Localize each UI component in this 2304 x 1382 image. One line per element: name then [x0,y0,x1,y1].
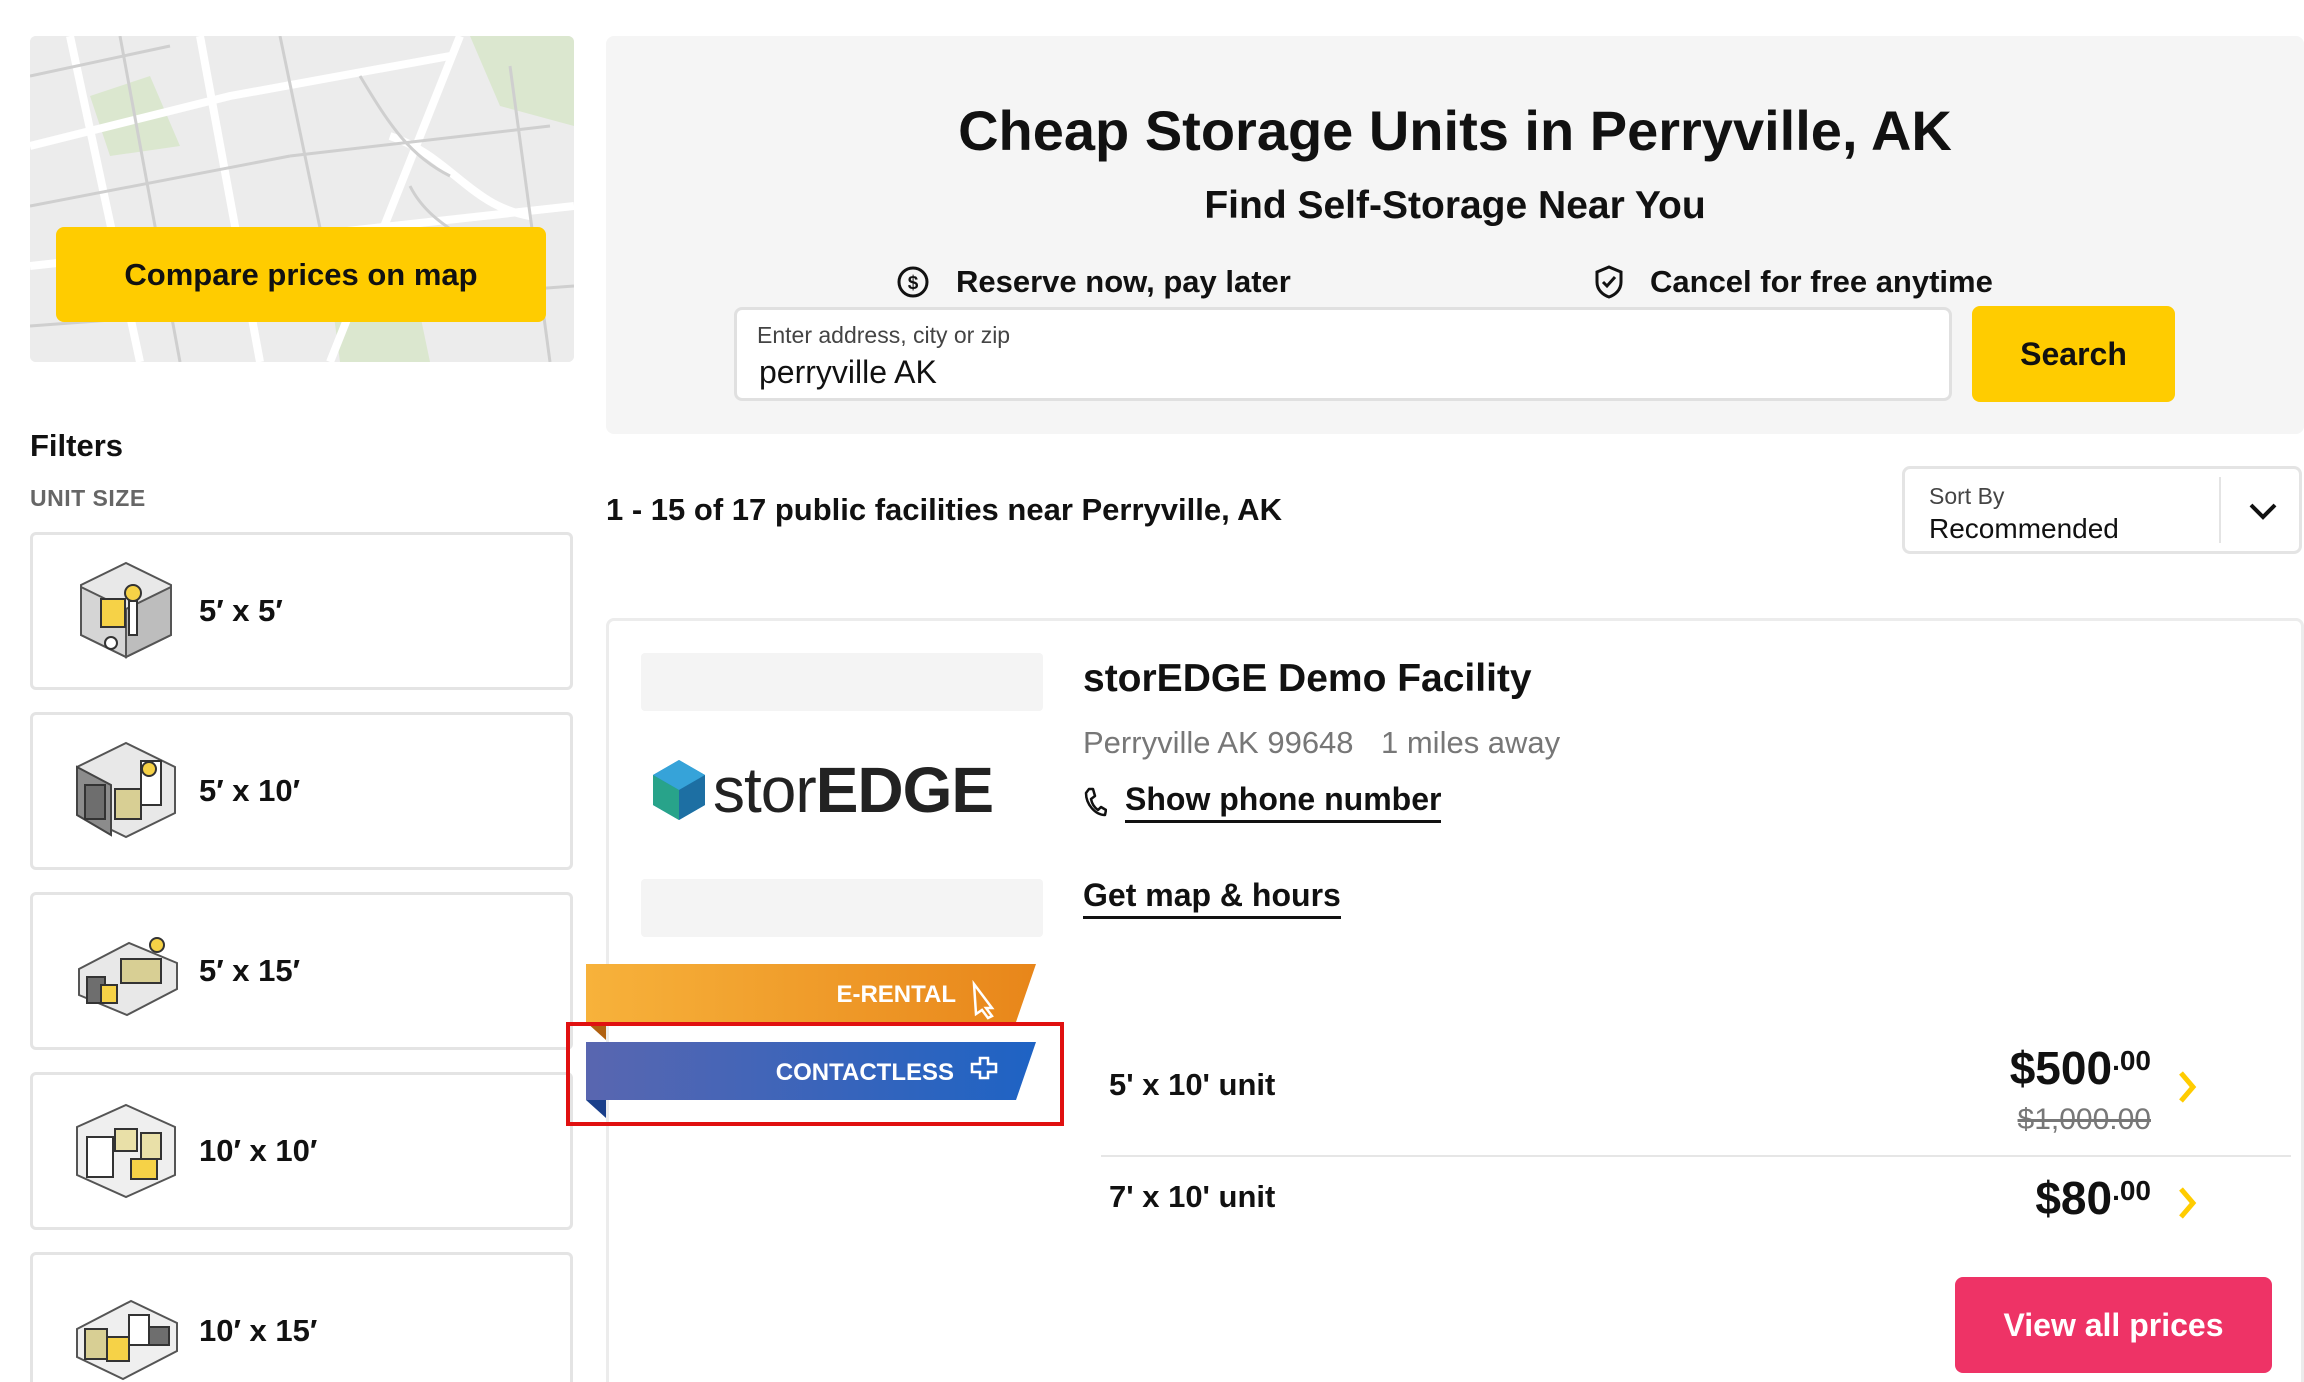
unit-row-divider [1101,1155,2291,1157]
compare-prices-on-map-button[interactable]: Compare prices on map [56,227,546,322]
unit-old-price: $1,000.00 [2017,1103,2151,1136]
unit-price: $500.00 [2010,1041,2151,1095]
storage-unit-5x10-icon [76,741,176,839]
svg-text:$: $ [908,273,919,294]
unit-price: $80.00 [2035,1171,2151,1225]
chevron-right-icon[interactable] [2177,1069,2197,1105]
storage-unit-5x15-icon [78,937,178,1017]
e-rental-label: E-RENTAL [836,981,956,1008]
facility-name: storEDGE Demo Facility [1083,657,1532,700]
search-field-label: Enter address, city or zip [757,322,1011,348]
logo-placeholder-bar [641,653,1043,711]
perk-text: Cancel for free anytime [1650,264,1993,299]
unit-row[interactable]: 5' x 10' unit $500.00 $1,000.00 [1101,1021,2215,1151]
chevron-right-icon[interactable] [2177,1185,2197,1221]
size-label: 10′ x 10′ [199,1133,318,1168]
unit-row[interactable]: 7' x 10' unit $80.00 [1101,1161,2215,1261]
page-title: Cheap Storage Units in Perryville, AK [958,99,1952,162]
map-preview[interactable]: Compare prices on map [30,36,574,362]
storedge-logo: storEDGE [651,753,994,827]
size-label: 5′ x 15′ [199,953,301,988]
get-map-hours-link[interactable]: Get map & hours [1083,877,1341,919]
price-main: $500 [2009,1042,2113,1094]
search-button[interactable]: Search [1972,306,2175,402]
location-search-input[interactable] [759,354,1919,391]
sort-label: Sort By [1929,483,2005,509]
storage-unit-10x15-icon [76,1299,178,1381]
facility-address: Perryville AK 99648 [1083,725,1354,760]
logo-wordmark: storEDGE [713,753,994,827]
shield-check-icon [1595,265,1623,299]
facility-logo: storEDGE [641,653,1043,937]
logo-text-light: stor [713,754,817,826]
logo-text-bold: EDGE [815,754,994,826]
perk-cancel-free: Cancel for free anytime [1594,264,1993,300]
size-filter-10x10[interactable]: 10′ x 10′ [30,1072,573,1230]
unit-size-label: UNIT SIZE [30,485,146,511]
price-cents: .00 [2112,1045,2151,1076]
perk-reserve-now: $ Reserve now, pay later [896,264,1291,300]
size-filter-5x10[interactable]: 5′ x 10′ [30,712,573,870]
facility-distance: 1 miles away [1381,725,1561,760]
perk-text: Reserve now, pay later [956,264,1291,299]
size-filter-5x5[interactable]: 5′ x 5′ [30,532,573,690]
logo-placeholder-bar [641,879,1043,937]
dollar-circle-icon: $ [897,266,929,298]
page-subtitle: Find Self-Storage Near You [1204,184,1706,227]
size-filter-10x15[interactable]: 10′ x 15′ [30,1252,573,1382]
phone-icon [1084,787,1107,817]
results-count: 1 - 15 of 17 public facilities near Perr… [606,492,1282,527]
unit-name: 7' x 10' unit [1109,1179,1276,1214]
storedge-hexagon-icon [653,760,705,820]
sort-divider [2219,477,2221,543]
sort-value: Recommended [1929,513,2119,544]
storage-unit-5x5-icon [80,561,172,659]
location-search-field[interactable]: Enter address, city or zip [734,307,1952,401]
highlight-annotation [566,1022,1064,1126]
unit-name: 5' x 10' unit [1109,1067,1276,1102]
size-label: 5′ x 5′ [199,593,283,628]
size-filter-5x15[interactable]: 5′ x 15′ [30,892,573,1050]
filters-heading: Filters [30,428,124,463]
sort-dropdown[interactable]: Sort By Recommended [1902,466,2302,554]
view-all-prices-button[interactable]: View all prices [1955,1277,2272,1373]
show-phone-link[interactable]: Show phone number [1083,781,1442,823]
size-label: 5′ x 10′ [199,773,301,808]
size-label: 10′ x 15′ [199,1313,318,1348]
show-phone-text: Show phone number [1125,781,1442,823]
chevron-down-icon [2249,503,2277,520]
storage-unit-10x10-icon [76,1103,176,1199]
price-cents: .00 [2112,1175,2151,1206]
search-hero: Cheap Storage Units in Perryville, AK Fi… [606,36,2304,434]
price-main: $80 [2035,1172,2113,1224]
